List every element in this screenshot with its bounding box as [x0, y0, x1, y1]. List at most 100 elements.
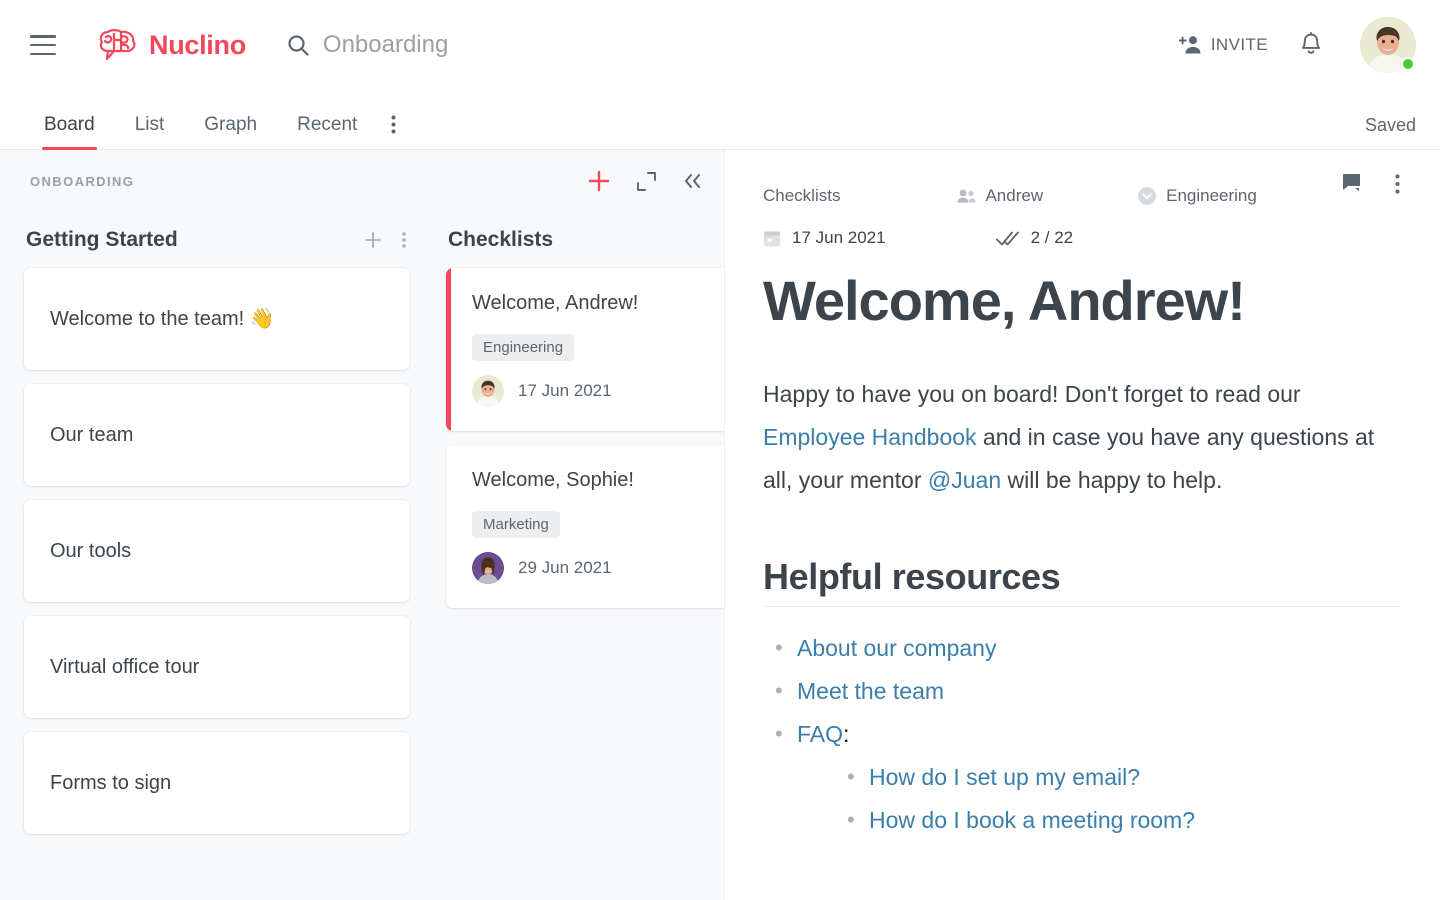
card-title: Forms to sign: [50, 772, 172, 794]
list-item: How do I book a meeting room?: [835, 799, 1400, 842]
breadcrumb-team-label: Engineering: [1166, 186, 1257, 205]
breadcrumb-collection[interactable]: Checklists: [763, 186, 840, 206]
column-add-button[interactable]: [364, 231, 382, 249]
board-panel: ONBOARDING Getting Started Welcome to th…: [0, 150, 725, 900]
avatar[interactable]: [1360, 17, 1416, 73]
double-check-icon: [995, 231, 1019, 245]
list-item: How do I set up my email?: [835, 756, 1400, 799]
resources-list: About our company Meet the team FAQ: How…: [763, 627, 1400, 842]
board-card[interactable]: Our team: [24, 384, 410, 486]
document-tasks-label: 2 / 22: [1030, 228, 1074, 247]
list-item: FAQ: How do I set up my email? How do I …: [763, 713, 1400, 842]
status-badge: [1401, 57, 1415, 71]
board-card[interactable]: Welcome, Sophie! Marketing 29 Jun 2021: [446, 445, 724, 608]
invite-label: INVITE: [1210, 35, 1268, 54]
card-author-avatar: [472, 552, 504, 584]
chevron-down-circle-icon: [1138, 187, 1157, 205]
document-tasks[interactable]: 2 / 22: [995, 228, 1074, 248]
hamburger-icon[interactable]: [30, 35, 56, 55]
faq-sublist: How do I set up my email? How do I book …: [835, 756, 1400, 842]
column-title: Checklists: [448, 228, 554, 251]
column-title: Getting Started: [26, 228, 178, 251]
card-date: 17 Jun 2021: [518, 381, 612, 400]
brand-logo-link[interactable]: Nuclino: [96, 28, 246, 62]
board-card[interactable]: Virtual office tour: [24, 616, 410, 718]
bell-icon: [1301, 32, 1321, 54]
card-meta: 29 Jun 2021: [472, 552, 722, 584]
column-more-button[interactable]: [402, 232, 406, 248]
more-vertical-icon: [391, 115, 396, 134]
card-title: Our tools: [50, 540, 132, 562]
board-columns: Getting Started Welcome to the team! 👋 O…: [0, 212, 724, 848]
expand-icon: [637, 171, 656, 191]
document-date[interactable]: 17 Jun 2021: [763, 228, 886, 248]
resource-link-about[interactable]: About our company: [797, 635, 996, 661]
view-tabs: Board List Graph Recent: [24, 114, 410, 150]
column-header: Getting Started: [24, 212, 410, 268]
document-date-label: 17 Jun 2021: [792, 228, 886, 247]
view-tab-bar: Board List Graph Recent Saved: [0, 90, 1440, 150]
card-tag: Engineering: [472, 334, 575, 361]
save-status: Saved: [1364, 115, 1416, 135]
comments-button[interactable]: [1342, 173, 1365, 195]
tab-board[interactable]: Board: [24, 114, 115, 150]
board-card[interactable]: Welcome, Andrew! Engineering 17 Jun 2021: [446, 268, 724, 431]
board-title: ONBOARDING: [30, 173, 135, 189]
employee-handbook-link[interactable]: Employee Handbook: [763, 424, 977, 450]
paragraph-text-3: will be happy to help.: [1001, 466, 1223, 493]
breadcrumb: Checklists Andrew Engineering: [763, 150, 1400, 206]
collapse-board-button[interactable]: [682, 172, 702, 190]
column-header: Checklists: [446, 212, 724, 268]
faq-link-email[interactable]: How do I set up my email?: [869, 764, 1140, 790]
card-title: Virtual office tour: [50, 656, 200, 678]
list-item: About our company: [763, 627, 1400, 670]
search-icon: [288, 35, 309, 56]
search-value: Onboarding: [322, 31, 449, 58]
tabbar-more-button[interactable]: [377, 115, 410, 149]
person-add-icon: [1178, 36, 1201, 54]
breadcrumb-assignee[interactable]: Andrew: [956, 186, 1043, 206]
card-title: Welcome, Sophie!: [472, 469, 634, 491]
tab-list[interactable]: List: [115, 114, 185, 149]
plus-icon: [365, 232, 381, 248]
chevron-double-left-icon: [685, 174, 700, 188]
people-icon: [957, 189, 977, 203]
breadcrumb-assignee-label: Andrew: [985, 186, 1044, 205]
card-title: Welcome, Andrew!: [472, 292, 639, 314]
card-title: Our team: [50, 424, 134, 446]
board-card[interactable]: Our tools: [24, 500, 410, 602]
notifications-button[interactable]: [1278, 24, 1344, 66]
calendar-icon: [764, 231, 780, 246]
board-card[interactable]: Forms to sign: [24, 732, 410, 834]
add-item-button[interactable]: [587, 169, 611, 193]
breadcrumb-team[interactable]: Engineering: [1137, 186, 1257, 206]
faq-link-meeting-room[interactable]: How do I book a meeting room?: [869, 807, 1195, 833]
board-card[interactable]: Welcome to the team! 👋: [24, 268, 410, 370]
card-meta: 17 Jun 2021: [472, 375, 722, 407]
tab-recent[interactable]: Recent: [277, 114, 377, 149]
document-more-button[interactable]: [1395, 174, 1400, 194]
top-bar-actions: INVITE: [1169, 17, 1416, 73]
list-item: Meet the team: [763, 670, 1400, 713]
column-actions: [364, 231, 406, 249]
resource-link-faq[interactable]: FAQ: [797, 721, 843, 747]
expand-board-button[interactable]: [637, 171, 656, 191]
tab-graph[interactable]: Graph: [184, 114, 277, 149]
document-paragraph: Happy to have you on board! Don't forget…: [763, 373, 1400, 502]
card-title: Welcome to the team! 👋: [50, 308, 275, 330]
comment-icon: [1343, 174, 1360, 191]
board-column-checklists: Checklists Welcome, Andrew! Engineering: [446, 212, 724, 848]
card-date: 29 Jun 2021: [518, 558, 612, 577]
search-input[interactable]: Onboarding: [286, 31, 1169, 59]
card-tag: Marketing: [472, 511, 560, 538]
document-actions: [1342, 173, 1400, 195]
invite-button[interactable]: INVITE: [1169, 26, 1278, 64]
top-bar: Nuclino Onboarding INVITE: [0, 0, 1440, 90]
main-area: ONBOARDING Getting Started Welcome to th…: [0, 150, 1440, 900]
plus-icon: [588, 170, 610, 192]
document-meta: 17 Jun 2021 2 / 22: [763, 228, 1400, 248]
resource-link-team[interactable]: Meet the team: [797, 678, 944, 704]
mention-juan-link[interactable]: @Juan: [928, 467, 1001, 493]
nuclino-brain-icon: [99, 29, 136, 61]
page-title: Welcome, Andrew!: [763, 269, 1246, 332]
